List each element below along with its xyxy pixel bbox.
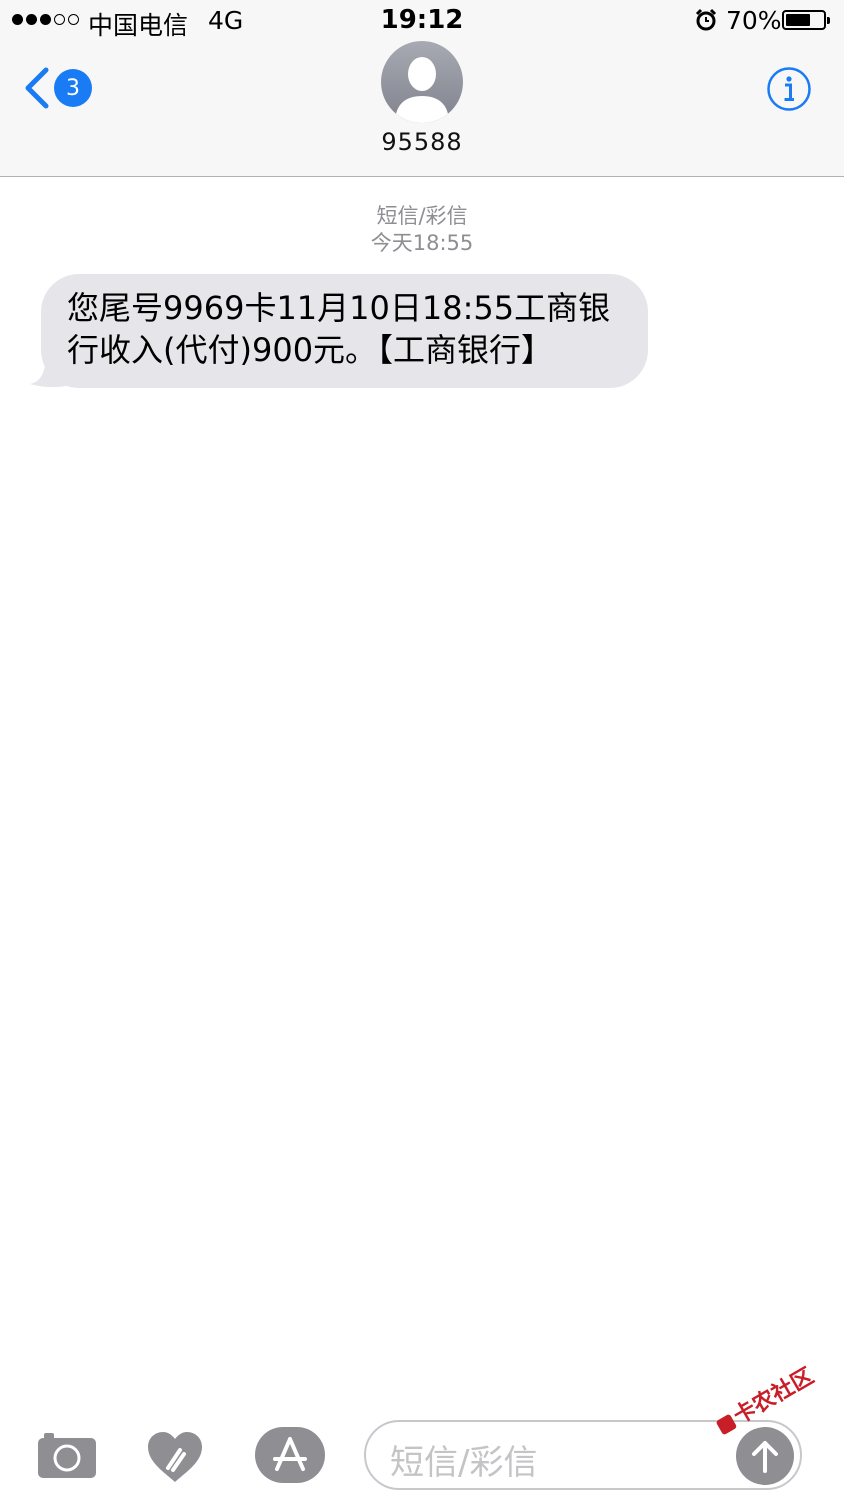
person-silhouette-icon xyxy=(395,57,449,123)
contact-name[interactable]: 95588 xyxy=(0,128,844,156)
status-bar: 中国电信 4G 19:12 70% xyxy=(0,0,844,44)
info-button[interactable] xyxy=(766,66,812,116)
conversation-meta: 短信/彩信 今天18:55 xyxy=(0,203,844,257)
battery-icon xyxy=(782,10,830,30)
contact-avatar[interactable] xyxy=(381,41,463,123)
camera-button[interactable] xyxy=(38,1432,98,1484)
app-store-icon xyxy=(255,1427,325,1483)
battery-percentage: 70% xyxy=(726,6,782,35)
app-store-button[interactable] xyxy=(255,1427,325,1487)
digital-touch-button[interactable] xyxy=(146,1430,204,1488)
back-button[interactable]: 3 xyxy=(22,66,92,110)
chevron-left-icon xyxy=(25,67,49,109)
message-timestamp: 今天18:55 xyxy=(370,231,474,255)
camera-icon xyxy=(38,1433,96,1478)
message-input-placeholder: 短信/彩信 xyxy=(390,1443,538,1483)
unread-count-badge: 3 xyxy=(54,69,92,107)
watermark-text: 卡农社区 xyxy=(729,1363,819,1430)
message-row: 您尾号9969卡11月10日18:55工商银行收入(代付)900元。【工商银行】 xyxy=(30,274,648,388)
channel-label: 短信/彩信 xyxy=(376,204,468,228)
digital-touch-heart-icon xyxy=(148,1432,202,1482)
incoming-message-bubble[interactable]: 您尾号9969卡11月10日18:55工商银行收入(代付)900元。【工商银行】 xyxy=(41,274,648,388)
alarm-clock-icon xyxy=(694,8,718,36)
info-circle-icon xyxy=(767,67,811,111)
